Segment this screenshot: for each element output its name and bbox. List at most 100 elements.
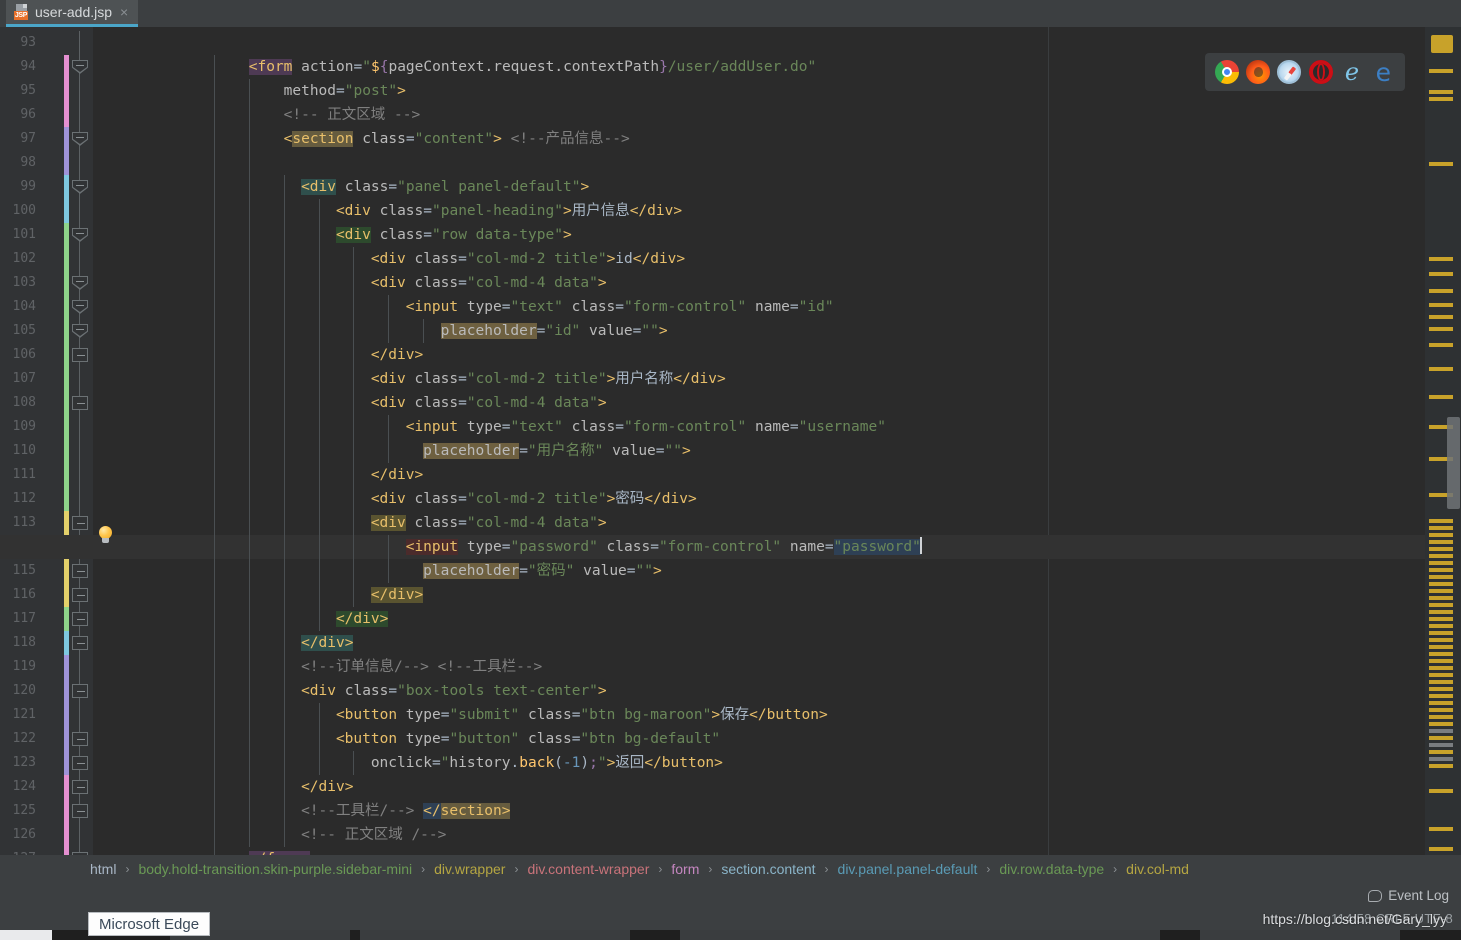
code-line[interactable]: method="post"> bbox=[284, 79, 406, 103]
event-log-button[interactable]: Event Log bbox=[1368, 888, 1449, 903]
fold-expanded-icon[interactable] bbox=[72, 180, 88, 194]
search-match-marker[interactable] bbox=[1429, 367, 1453, 371]
firefox-icon[interactable] bbox=[1245, 60, 1270, 84]
search-match-marker[interactable] bbox=[1429, 589, 1453, 593]
code-line[interactable]: <!-- 正文区域 /--> bbox=[301, 823, 446, 847]
fold-collapsed-icon[interactable] bbox=[72, 564, 88, 578]
code-line[interactable]: <section class="content"> <!--产品信息--> bbox=[284, 127, 630, 151]
search-match-marker[interactable] bbox=[1429, 694, 1453, 698]
search-match-marker[interactable] bbox=[1429, 69, 1453, 73]
search-match-marker[interactable] bbox=[1429, 554, 1453, 558]
code-line[interactable]: <div class="panel panel-default"> bbox=[301, 175, 589, 199]
search-match-marker[interactable] bbox=[1429, 659, 1453, 663]
code-line[interactable]: onclick="history.back(-1);">返回</button> bbox=[371, 751, 723, 775]
search-match-marker[interactable] bbox=[1429, 547, 1453, 551]
breadcrumb-item[interactable]: form bbox=[671, 861, 699, 877]
code-line[interactable]: </div> bbox=[335, 607, 389, 631]
breadcrumb-item[interactable]: div.wrapper bbox=[434, 861, 505, 877]
search-match-marker[interactable] bbox=[1429, 343, 1453, 347]
search-match-marker[interactable] bbox=[1429, 645, 1453, 649]
code-line[interactable]: <button type="submit" class="btn bg-maro… bbox=[336, 703, 828, 727]
close-icon[interactable]: × bbox=[120, 4, 128, 20]
search-match-marker[interactable] bbox=[1429, 540, 1453, 544]
search-match-marker[interactable] bbox=[1429, 847, 1453, 851]
search-match-marker[interactable] bbox=[1429, 631, 1453, 635]
search-match-marker[interactable] bbox=[1429, 561, 1453, 565]
code-line[interactable]: <div class="col-md-4 data"> bbox=[371, 271, 607, 295]
fold-expanded-icon[interactable] bbox=[72, 132, 88, 146]
search-match-marker[interactable] bbox=[1429, 610, 1453, 614]
search-match-marker[interactable] bbox=[1429, 162, 1453, 166]
code-line[interactable]: <!--工具栏/--> </section> bbox=[301, 799, 511, 823]
fold-collapsed-icon[interactable] bbox=[72, 732, 88, 746]
code-line[interactable]: <div class="col-md-2 title">密码</div> bbox=[371, 487, 697, 511]
search-match-marker[interactable] bbox=[1429, 715, 1453, 719]
taskbar-item[interactable] bbox=[680, 930, 1160, 940]
search-match-marker[interactable] bbox=[1429, 97, 1453, 101]
fold-collapsed-icon[interactable] bbox=[72, 804, 88, 818]
search-match-marker[interactable] bbox=[1429, 638, 1453, 642]
search-match-marker[interactable] bbox=[1429, 568, 1453, 572]
fold-expanded-icon[interactable] bbox=[72, 300, 88, 314]
code-line[interactable]: <div class="col-md-4 data"> bbox=[371, 391, 607, 415]
fold-expanded-icon[interactable] bbox=[72, 324, 88, 338]
code-line[interactable]: <div class="col-md-2 title">id</div> bbox=[371, 247, 685, 271]
breadcrumb-item[interactable]: div.col-md bbox=[1126, 861, 1189, 877]
fold-collapsed-icon[interactable] bbox=[72, 348, 88, 362]
taskbar-active-item[interactable] bbox=[0, 930, 52, 940]
code-line[interactable]: <div class="box-tools text-center"> bbox=[301, 679, 607, 703]
search-match-marker[interactable] bbox=[1429, 519, 1453, 523]
editor-gutter[interactable]: 93 94 95 96 97 98 99 100 101 102 103 104 105 106 107 10… bbox=[0, 27, 93, 871]
opera-icon[interactable] bbox=[1308, 60, 1333, 84]
taskbar-item[interactable] bbox=[1200, 930, 1400, 940]
search-match-marker[interactable] bbox=[1429, 603, 1453, 607]
fold-collapsed-icon[interactable] bbox=[72, 516, 88, 530]
search-match-marker[interactable] bbox=[1429, 90, 1453, 94]
code-line[interactable]: </div> bbox=[301, 631, 354, 655]
breadcrumb-item[interactable]: section.content bbox=[721, 861, 815, 877]
breadcrumb-item[interactable]: html bbox=[90, 861, 116, 877]
search-match-marker[interactable] bbox=[1429, 596, 1453, 600]
code-line[interactable]: <input type="password" class="form-contr… bbox=[405, 535, 922, 559]
fold-collapsed-icon[interactable] bbox=[72, 636, 88, 650]
code-line[interactable]: placeholder="用户名称" value=""> bbox=[423, 439, 691, 463]
search-match-marker[interactable] bbox=[1429, 701, 1453, 705]
fold-expanded-icon[interactable] bbox=[72, 60, 88, 74]
fold-collapsed-icon[interactable] bbox=[72, 780, 88, 794]
code-editor[interactable]: 93 94 95 96 97 98 99 100 101 102 103 104 105 106 107 10… bbox=[0, 27, 1461, 871]
internet-explorer-icon[interactable] bbox=[1340, 60, 1364, 84]
fold-collapsed-icon[interactable] bbox=[72, 612, 88, 626]
search-match-marker[interactable] bbox=[1429, 757, 1453, 761]
search-match-marker[interactable] bbox=[1429, 289, 1453, 293]
search-match-marker[interactable] bbox=[1429, 582, 1453, 586]
code-line[interactable]: </div> bbox=[301, 775, 353, 799]
search-match-marker[interactable] bbox=[1429, 575, 1453, 579]
code-line[interactable]: </div> bbox=[371, 463, 423, 487]
search-match-marker[interactable] bbox=[1429, 327, 1453, 331]
status-position-encoding[interactable]: 114:58 CRLF UTF-8 bbox=[1331, 908, 1453, 930]
code-line[interactable]: placeholder="id" value=""> bbox=[440, 319, 668, 343]
fold-collapsed-icon[interactable] bbox=[72, 684, 88, 698]
fold-expanded-icon[interactable] bbox=[72, 276, 88, 290]
search-match-marker[interactable] bbox=[1429, 526, 1453, 530]
search-match-marker[interactable] bbox=[1429, 272, 1453, 276]
search-match-marker[interactable] bbox=[1429, 257, 1453, 261]
search-match-marker[interactable] bbox=[1429, 533, 1453, 537]
code-line[interactable]: <div class="row data-type"> bbox=[335, 223, 572, 247]
search-match-marker[interactable] bbox=[1429, 743, 1453, 747]
code-line[interactable]: <input type="text" class="form-control" … bbox=[406, 415, 886, 439]
search-match-marker[interactable] bbox=[1429, 617, 1453, 621]
code-line[interactable]: </div> bbox=[370, 583, 424, 607]
code-line[interactable]: placeholder="密码" value=""> bbox=[423, 559, 662, 583]
search-match-marker[interactable] bbox=[1429, 736, 1453, 740]
fold-expanded-icon[interactable] bbox=[72, 228, 88, 242]
code-line[interactable]: <!-- 正文区域 --> bbox=[284, 103, 421, 127]
code-line[interactable]: </div> bbox=[371, 343, 423, 367]
code-line[interactable]: </form> bbox=[248, 847, 310, 855]
search-match-marker[interactable] bbox=[1429, 764, 1453, 768]
search-match-marker[interactable] bbox=[1429, 652, 1453, 656]
safari-icon[interactable] bbox=[1277, 60, 1302, 84]
breadcrumb-item[interactable]: body.hold-transition.skin-purple.sidebar… bbox=[138, 861, 412, 877]
edge-icon[interactable] bbox=[1371, 60, 1395, 84]
search-match-marker[interactable] bbox=[1429, 687, 1453, 691]
